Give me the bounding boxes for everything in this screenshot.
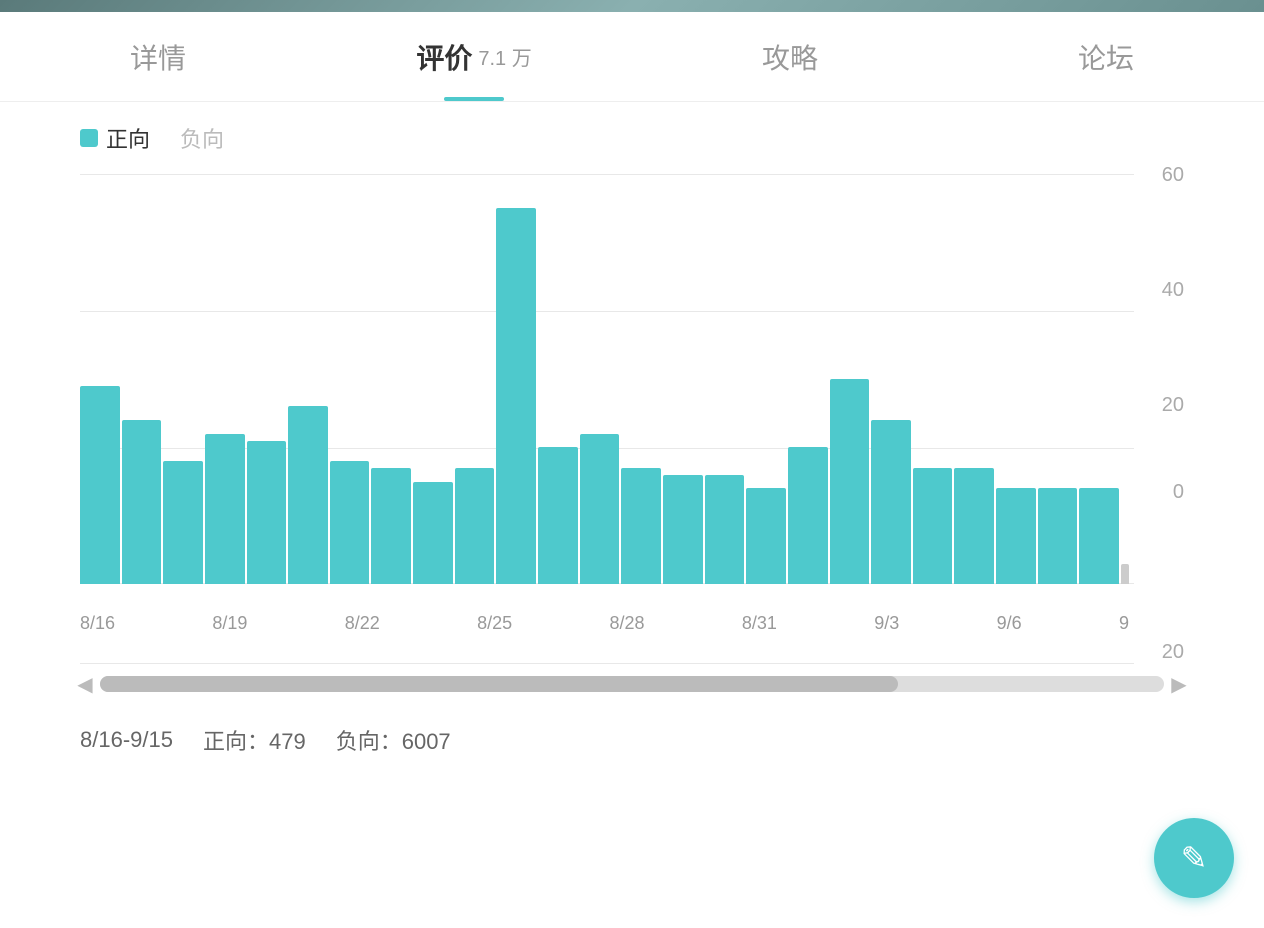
stats-positive-label: 正向： bbox=[203, 729, 269, 754]
x-label-5: 8/31 bbox=[742, 613, 777, 634]
scroll-left-button[interactable]: ◀ bbox=[70, 669, 100, 699]
tab-guide-label: 攻略 bbox=[762, 37, 818, 77]
chart-wrapper: 60 40 20 0 20 8/16 8/19 8/22 8/25 8/28 8… bbox=[0, 174, 1264, 664]
tab-forum-label: 论坛 bbox=[1078, 37, 1134, 77]
tab-details-label: 详情 bbox=[130, 37, 186, 77]
bar-item bbox=[1121, 564, 1129, 585]
tab-navigation: 详情 评价 7.1 万 攻略 论坛 bbox=[0, 12, 1264, 102]
y-label-40: 40 bbox=[1162, 279, 1184, 302]
bar-item bbox=[163, 461, 203, 584]
bar-item bbox=[746, 488, 786, 584]
tab-guide[interactable]: 攻略 bbox=[632, 12, 948, 101]
bar-item bbox=[871, 420, 911, 584]
bar-item bbox=[996, 488, 1036, 584]
x-label-6: 9/3 bbox=[874, 613, 899, 634]
bar-item bbox=[371, 468, 411, 584]
tab-reviews-count: 7.1 万 bbox=[478, 42, 531, 71]
bar-item bbox=[913, 468, 953, 584]
stats-negative-label: 负向： bbox=[336, 729, 402, 754]
fab-button[interactable]: ✎ bbox=[1154, 818, 1234, 898]
tab-forum[interactable]: 论坛 bbox=[948, 12, 1264, 101]
stats-positive-value: 479 bbox=[269, 729, 306, 754]
bar-item bbox=[205, 434, 245, 584]
legend-positive-dot bbox=[80, 129, 98, 147]
bars-container bbox=[80, 174, 1129, 584]
x-label-0: 8/16 bbox=[80, 613, 115, 634]
x-label-7: 9/6 bbox=[997, 613, 1022, 634]
stats-negative: 负向：6007 bbox=[336, 724, 451, 756]
bar-item bbox=[288, 406, 328, 584]
x-label-3: 8/25 bbox=[477, 613, 512, 634]
tab-reviews[interactable]: 评价 7.1 万 bbox=[316, 12, 632, 101]
legend-negative[interactable]: 负向 bbox=[180, 122, 224, 154]
bar-item bbox=[788, 447, 828, 584]
stats-negative-value: 6007 bbox=[402, 729, 451, 754]
bar-item bbox=[580, 434, 620, 584]
y-label-60: 60 bbox=[1162, 164, 1184, 187]
legend-positive-label: 正向 bbox=[106, 122, 150, 154]
scroll-left-icon: ◀ bbox=[77, 672, 92, 697]
bar-item bbox=[705, 475, 745, 584]
bar-item bbox=[621, 468, 661, 584]
stats-row: 8/16-9/15 正向：479 负向：6007 bbox=[0, 704, 1264, 776]
grid-line-bottom bbox=[80, 663, 1134, 664]
bar-item bbox=[455, 468, 495, 584]
chart-legend: 正向 负向 bbox=[0, 102, 1264, 174]
x-label-2: 8/22 bbox=[345, 613, 380, 634]
bar-item bbox=[122, 420, 162, 584]
y-label-neg20: 20 bbox=[1162, 641, 1184, 664]
tab-reviews-label: 评价 bbox=[416, 37, 472, 77]
x-axis: 8/16 8/19 8/22 8/25 8/28 8/31 9/3 9/6 9 bbox=[80, 613, 1129, 634]
bar-item bbox=[1038, 488, 1078, 584]
y-axis: 60 40 20 0 bbox=[1129, 174, 1184, 584]
x-label-4: 8/28 bbox=[610, 613, 645, 634]
bar-item bbox=[330, 461, 370, 584]
x-label-1: 8/19 bbox=[212, 613, 247, 634]
stats-positive: 正向：479 bbox=[203, 724, 306, 756]
bar-item bbox=[413, 482, 453, 585]
y-label-0: 0 bbox=[1173, 481, 1184, 504]
bar-item bbox=[830, 379, 870, 584]
tab-details[interactable]: 详情 bbox=[0, 12, 316, 101]
bar-item bbox=[247, 441, 287, 585]
x-label-8: 9 bbox=[1119, 613, 1129, 634]
scrollbar-track[interactable] bbox=[100, 676, 1164, 692]
bar-item bbox=[1079, 488, 1119, 584]
bar-item bbox=[663, 475, 703, 584]
scroll-right-icon: ▶ bbox=[1171, 672, 1186, 697]
bar-item bbox=[538, 447, 578, 584]
fab-icon: ✎ bbox=[1181, 839, 1208, 877]
scroll-right-button[interactable]: ▶ bbox=[1164, 669, 1194, 699]
y-label-20: 20 bbox=[1162, 394, 1184, 417]
bar-chart: 60 40 20 0 20 8/16 8/19 8/22 8/25 8/28 8… bbox=[80, 174, 1184, 664]
legend-negative-label: 负向 bbox=[180, 122, 224, 154]
scrollbar-thumb[interactable] bbox=[100, 676, 898, 692]
top-banner bbox=[0, 0, 1264, 12]
scrollbar-row: ◀ ▶ bbox=[70, 664, 1194, 704]
bar-item bbox=[954, 468, 994, 584]
bar-item bbox=[496, 208, 536, 584]
bar-item bbox=[80, 386, 120, 584]
stats-date-range: 8/16-9/15 bbox=[80, 727, 173, 753]
legend-positive[interactable]: 正向 bbox=[80, 122, 150, 154]
